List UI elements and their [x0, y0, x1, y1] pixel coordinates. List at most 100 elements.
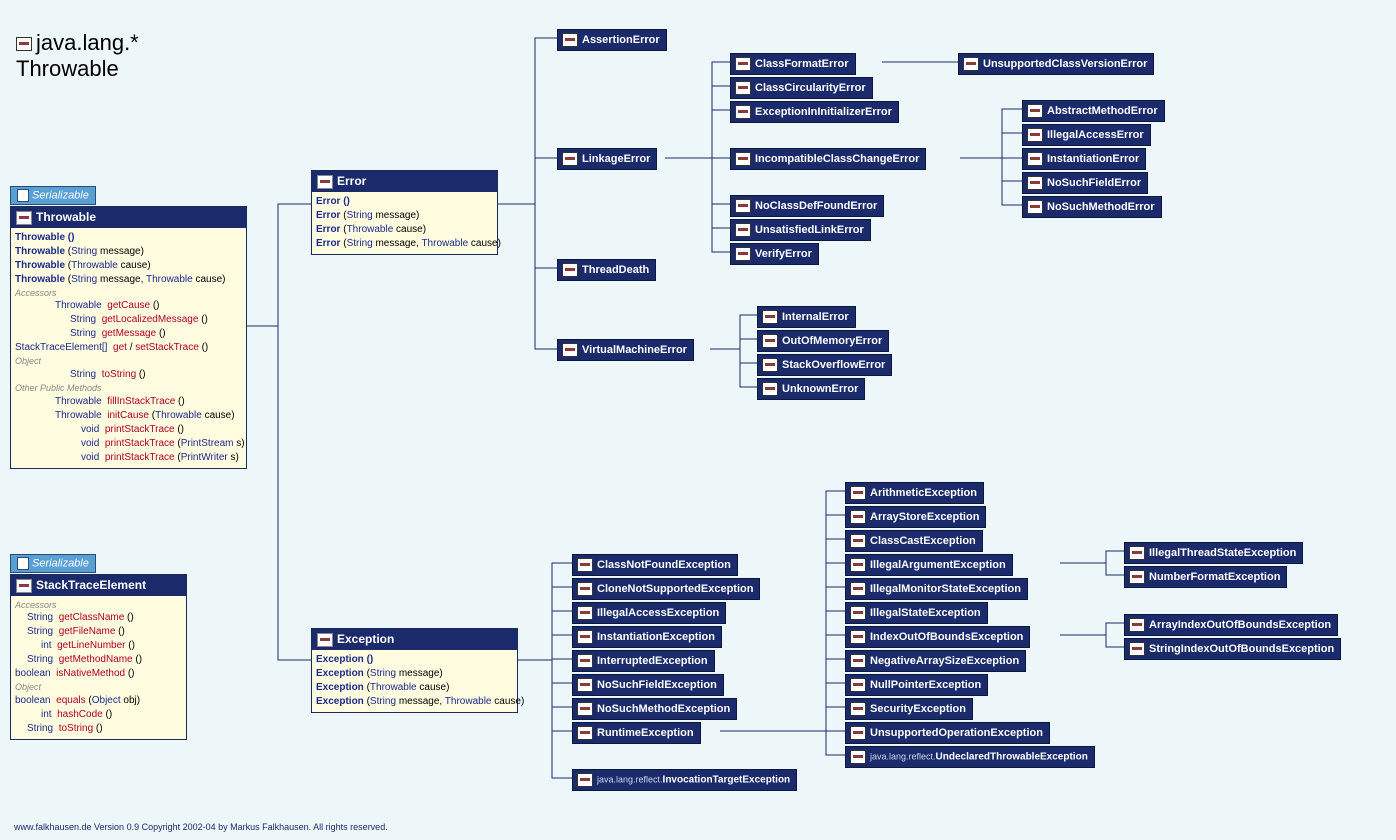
node-incompatibleclasschangeerror: IncompatibleClassChangeError	[730, 148, 926, 170]
class-icon	[850, 630, 866, 644]
node-unsupportedoperationexception: UnsupportedOperationException	[845, 722, 1050, 744]
node-classformaterror: ClassFormatError	[730, 53, 856, 75]
class-icon	[577, 773, 593, 787]
class-icon	[577, 558, 593, 572]
node-label: NoSuchMethodException	[597, 703, 730, 715]
node-nosuchfielderror: NoSuchFieldError	[1022, 172, 1148, 194]
class-name: Exception	[337, 632, 394, 646]
class-icon	[562, 263, 578, 277]
class-icon	[850, 726, 866, 740]
node-instantiationerror: InstantiationError	[1022, 148, 1146, 170]
node-label: IllegalAccessException	[597, 607, 719, 619]
node-label: VirtualMachineError	[582, 344, 687, 356]
node-label: UnsupportedClassVersionError	[983, 58, 1147, 70]
section-label: Other Public Methods	[15, 382, 242, 395]
class-name: StackTraceElement	[36, 578, 146, 592]
class-icon	[562, 152, 578, 166]
node-unsupportedclassversionerror: UnsupportedClassVersionError	[958, 53, 1154, 75]
class-icon	[1129, 618, 1145, 632]
node-label: ExceptionInInitializerError	[755, 106, 892, 118]
node-assertionerror: AssertionError	[557, 29, 667, 51]
node-label: IncompatibleClassChangeError	[755, 153, 919, 165]
class-stacktraceelement: StackTraceElement Accessors String getCl…	[10, 574, 187, 740]
node-label: InternalError	[782, 311, 849, 323]
ctor: Throwable ()	[15, 232, 74, 243]
node-classcircularityerror: ClassCircularityError	[730, 77, 873, 99]
section-label: Object	[15, 681, 182, 694]
class-icon	[850, 558, 866, 572]
node-illegalaccessexception: IllegalAccessException	[572, 602, 726, 624]
class-icon	[1027, 200, 1043, 214]
interface-tag-serializable-2: Serializable	[10, 554, 96, 573]
class-icon	[577, 582, 593, 596]
interface-label: Serializable	[32, 557, 89, 569]
section-label: Accessors	[15, 599, 182, 612]
class-icon	[850, 678, 866, 692]
interface-icon	[17, 557, 29, 570]
node-label: NoSuchFieldError	[1047, 177, 1141, 189]
node-label: IndexOutOfBoundsException	[870, 631, 1023, 643]
node-linkageerror: LinkageError	[557, 148, 657, 170]
node-instantiationexception: InstantiationException	[572, 626, 722, 648]
section-label: Accessors	[15, 287, 242, 300]
node-label: NegativeArraySizeException	[870, 655, 1019, 667]
class-icon	[577, 678, 593, 692]
node-label: IllegalMonitorStateException	[870, 583, 1021, 595]
class-icon	[577, 702, 593, 716]
node-illegalstateexception: IllegalStateException	[845, 602, 988, 624]
node-label: UnsatisfiedLinkError	[755, 224, 864, 236]
node-arrayindexoutofboundsexception: ArrayIndexOutOfBoundsException	[1124, 614, 1338, 636]
node-label: InstantiationException	[597, 631, 715, 643]
title-line2: Throwable	[16, 56, 139, 82]
interface-label: Serializable	[32, 189, 89, 201]
node-nosuchmethodexception: NoSuchMethodException	[572, 698, 737, 720]
class-icon	[735, 152, 751, 166]
class-icon	[850, 702, 866, 716]
node-stackoverflowerror: StackOverflowError	[757, 354, 892, 376]
class-icon	[577, 654, 593, 668]
node-outofmemoryerror: OutOfMemoryError	[757, 330, 889, 352]
node-label: NumberFormatException	[1149, 571, 1280, 583]
node-label: LinkageError	[582, 153, 650, 165]
interface-icon	[17, 189, 29, 202]
class-icon	[762, 334, 778, 348]
title-line1: java.lang.*	[36, 30, 139, 55]
class-icon	[735, 81, 751, 95]
class-icon	[1129, 570, 1145, 584]
node-label: AssertionError	[582, 34, 660, 46]
node-classcastexception: ClassCastException	[845, 530, 983, 552]
class-icon	[1129, 642, 1145, 656]
class-exception: Exception Exception () Exception (String…	[311, 628, 518, 713]
class-icon	[16, 579, 32, 593]
node-interruptedexception: InterruptedException	[572, 650, 715, 672]
node-nullpointerexception: NullPointerException	[845, 674, 988, 696]
node-exceptionininitializererror: ExceptionInInitializerError	[730, 101, 899, 123]
class-icon	[577, 630, 593, 644]
class-icon	[850, 606, 866, 620]
node-runtimeexception: RuntimeException	[572, 722, 701, 744]
node-namespace: java.lang.reflect.	[597, 775, 663, 785]
node-label: ClassCastException	[870, 535, 976, 547]
class-error: Error Error () Error (String message) Er…	[311, 170, 498, 255]
node-label: IllegalThreadStateException	[1149, 547, 1296, 559]
class-icon	[1027, 104, 1043, 118]
class-icon	[735, 57, 751, 71]
class-icon	[735, 199, 751, 213]
node-securityexception: SecurityException	[845, 698, 973, 720]
class-icon	[562, 33, 578, 47]
class-icon	[850, 654, 866, 668]
class-icon	[850, 534, 866, 548]
node-label: StackOverflowError	[782, 359, 885, 371]
class-icon	[850, 750, 866, 764]
ctor: Exception ()	[316, 654, 373, 665]
node-label: InterruptedException	[597, 655, 708, 667]
node-invocationtargetexception: java.lang.reflect.InvocationTargetExcept…	[572, 769, 797, 791]
class-icon	[963, 57, 979, 71]
node-verifyerror: VerifyError	[730, 243, 819, 265]
node-clonenotsupportedexception: CloneNotSupportedException	[572, 578, 760, 600]
node-label: RuntimeException	[597, 727, 694, 739]
class-icon	[562, 343, 578, 357]
node-noclassdeffounderror: NoClassDefFoundError	[730, 195, 884, 217]
node-label: ClassCircularityError	[755, 82, 866, 94]
node-label: SecurityException	[870, 703, 966, 715]
